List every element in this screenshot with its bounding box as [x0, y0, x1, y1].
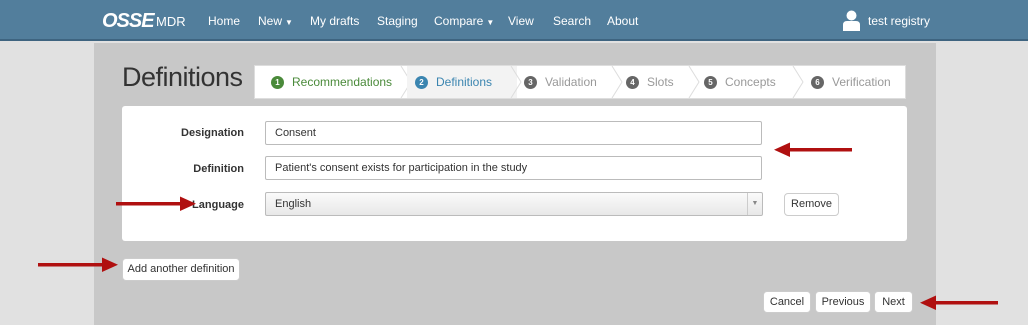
chevron-right-icon	[688, 66, 700, 98]
chevron-down-icon: ▼	[747, 193, 762, 215]
step-label: Slots	[647, 75, 674, 89]
step-label: Definitions	[436, 75, 493, 89]
nav-about[interactable]: About	[607, 14, 638, 28]
caret-down-icon: ▼	[486, 18, 495, 27]
chevron-right-icon	[611, 66, 623, 98]
definition-field[interactable]: Patient's consent exists for participati…	[265, 156, 762, 180]
caret-down-icon: ▼	[285, 18, 293, 27]
language-select[interactable]: English ▼	[265, 192, 763, 216]
step-concepts[interactable]: 5 Concepts	[704, 66, 776, 98]
previous-button[interactable]: Previous	[815, 291, 871, 313]
chevron-right-icon	[792, 66, 804, 98]
step-label: Verification	[832, 75, 891, 89]
top-navbar: OSSE MDR Home New ▼ My drafts Staging Com…	[0, 0, 1028, 41]
annotation-arrow-right-icon	[116, 196, 196, 211]
nav-home[interactable]: Home	[208, 14, 240, 28]
step-verification[interactable]: 6 Verification	[811, 66, 891, 98]
designation-field[interactable]: Consent	[265, 121, 762, 145]
designation-label: Designation	[181, 127, 244, 139]
nav-compare-label: Compare	[434, 14, 484, 28]
definition-label: Definition	[193, 163, 244, 175]
step-recommendations[interactable]: 1 Recommendations	[271, 66, 392, 98]
step-validation[interactable]: 3 Validation	[524, 66, 597, 98]
step-number: 6	[811, 76, 824, 89]
step-label: Concepts	[725, 75, 776, 89]
nav-view[interactable]: View	[508, 14, 534, 28]
nav-compare[interactable]: Compare ▼	[434, 14, 494, 28]
cancel-button[interactable]: Cancel	[763, 291, 811, 313]
user-menu[interactable]: test registry	[868, 14, 930, 28]
nav-my-drafts[interactable]: My drafts	[310, 14, 359, 28]
step-number: 4	[626, 76, 639, 89]
step-number: 3	[524, 76, 537, 89]
step-number: 1	[271, 76, 284, 89]
page-title: Definitions	[122, 62, 243, 92]
language-selected-value: English	[275, 198, 312, 210]
add-definition-button[interactable]: Add another definition	[122, 258, 240, 281]
step-number: 2	[415, 76, 428, 89]
step-number: 5	[704, 76, 717, 89]
annotation-arrow-right-icon	[38, 257, 118, 272]
step-definitions[interactable]: 2 Definitions	[407, 66, 517, 98]
remove-button[interactable]: Remove	[784, 193, 839, 216]
annotation-arrow-left-icon	[920, 295, 998, 310]
user-icon[interactable]	[843, 10, 860, 31]
nav-new[interactable]: New ▼	[258, 14, 293, 28]
brand-logo[interactable]: OSSE	[102, 10, 155, 32]
nav-search[interactable]: Search	[553, 14, 591, 28]
nav-new-label: New	[258, 14, 283, 28]
next-button[interactable]: Next	[874, 291, 913, 313]
chevron-right-icon	[510, 66, 522, 98]
step-label: Recommendations	[292, 75, 393, 89]
nav-staging[interactable]: Staging	[377, 14, 418, 28]
step-slots[interactable]: 4 Slots	[626, 66, 674, 98]
step-label: Validation	[545, 75, 597, 89]
wizard-steps: 1 Recommendations 2 Definitions 3 Validatio…	[254, 65, 906, 99]
annotation-arrow-left-icon	[774, 142, 852, 157]
brand-subtitle[interactable]: MDR	[156, 14, 186, 29]
